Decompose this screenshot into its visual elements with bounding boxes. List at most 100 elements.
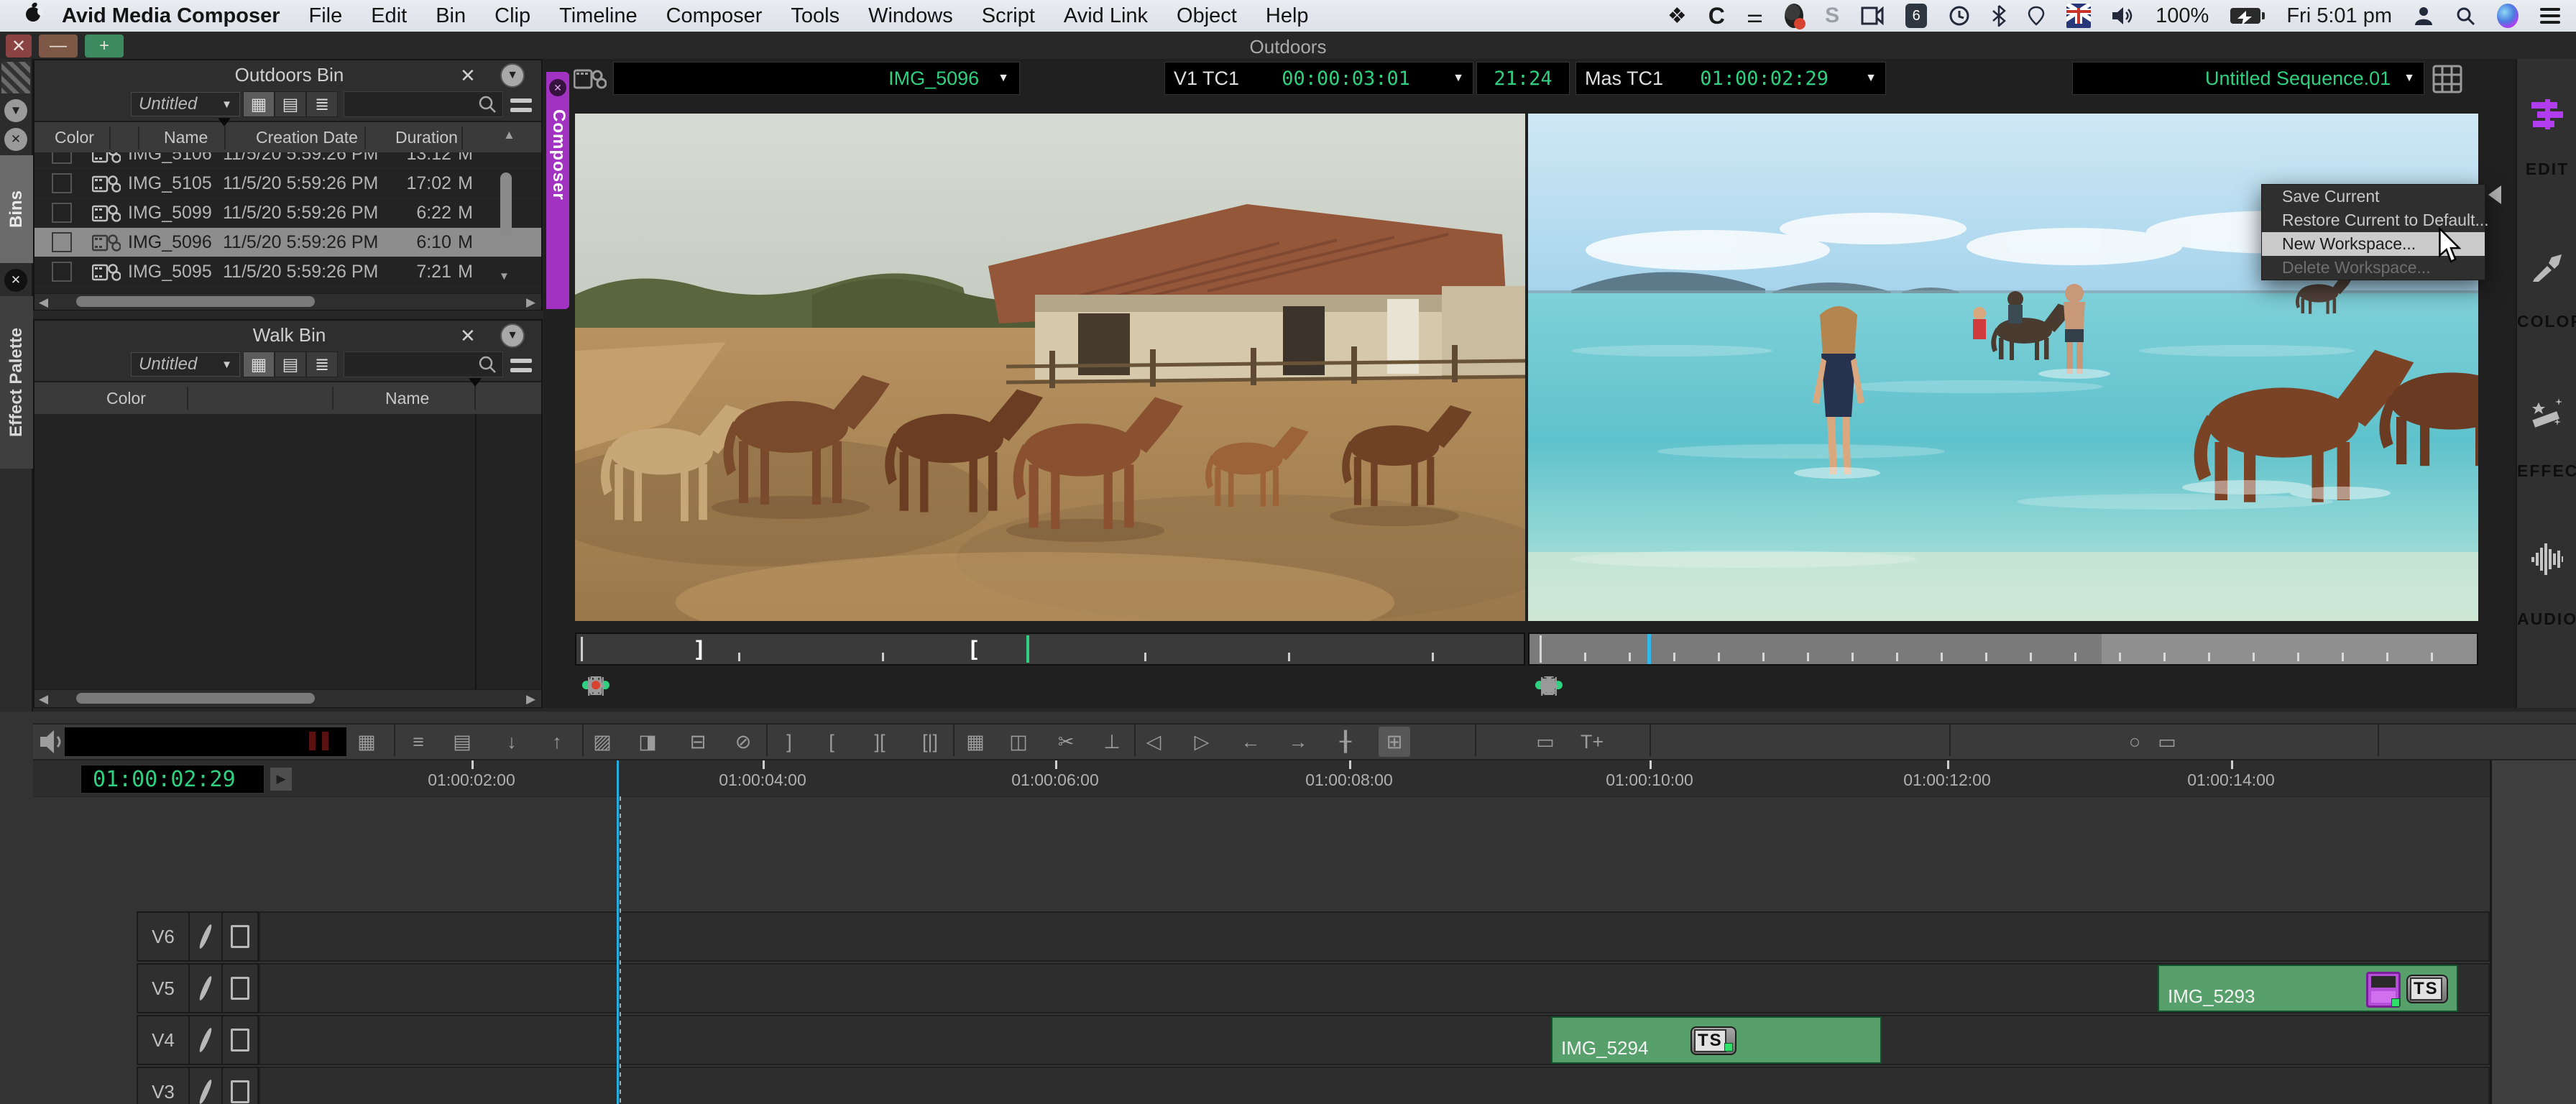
composer-dock-tab[interactable]: ✕ Composer [546, 72, 569, 309]
dock-drag-handle[interactable] [1, 62, 30, 93]
bin-close-icon[interactable]: ✕ [460, 65, 476, 87]
column-header-color[interactable]: Color [106, 389, 146, 408]
menu-bar-clock[interactable]: Fri 5:01 pm [2286, 4, 2392, 28]
record-position-indicator[interactable] [1647, 634, 1651, 664]
audio-monitor-icon[interactable] [40, 729, 65, 755]
column-header-name[interactable]: Name [385, 389, 429, 408]
siri-icon[interactable] [2497, 4, 2518, 28]
source-tracking-menu[interactable]: V1 TC1 00:00:03:01 ▼ [1164, 62, 1473, 95]
window-close-button[interactable]: ✕ [6, 34, 32, 58]
clip-color-checkbox[interactable] [52, 173, 72, 193]
timewarp-effect-icon[interactable]: TS [2406, 975, 2448, 1003]
script-view-button[interactable]: ≣ [306, 91, 338, 117]
scroll-left-icon[interactable]: ◀ [39, 692, 48, 707]
volume-icon[interactable] [2112, 4, 2134, 28]
source-monitor[interactable] [575, 114, 1525, 621]
motion-effect-button[interactable]: ▤ [446, 727, 478, 757]
effect-palette-close-button[interactable]: ✕ [4, 269, 27, 292]
sidebar-item-effects[interactable]: EFFECTS [2517, 461, 2576, 481]
menu-item[interactable]: Tools [791, 4, 840, 28]
time-machine-icon[interactable] [1949, 4, 1970, 28]
timeline-playhead[interactable] [617, 760, 619, 1104]
track-monitor-cell[interactable] [221, 911, 259, 962]
menu-item[interactable]: Help [1266, 4, 1309, 28]
remove-effect-button[interactable]: ⊘ [727, 727, 759, 757]
mark-out-button[interactable]: ] [773, 727, 805, 757]
IMG_5096[interactable]: IMG_5096 11/5/20 5:59:26 PM 6:10 M [34, 228, 541, 257]
track-record-cell[interactable] [188, 963, 223, 1013]
record-tracking-menu[interactable]: Mas TC1 01:00:02:29 ▼ [1576, 62, 1886, 95]
composer-close-icon[interactable]: ✕ [549, 79, 566, 96]
audio-settings-icon[interactable]: ⚌ [1747, 4, 1763, 28]
track-monitor-cell[interactable] [221, 1015, 259, 1065]
effect-mode-button[interactable]: ▨ [586, 727, 618, 757]
mark-clip-button[interactable]: ][ [864, 727, 896, 757]
app-menu-title[interactable]: Avid Media Composer [62, 4, 280, 28]
focus-button[interactable]: ○ [2119, 727, 2150, 757]
IMG_5095[interactable]: IMG_5095 11/5/20 5:59:26 PM 7:21 M [34, 257, 541, 287]
track-record-cell[interactable] [188, 911, 223, 962]
menu-item[interactable]: Script [982, 4, 1035, 28]
window-add-tab[interactable]: + [85, 34, 124, 58]
nudge-left-button[interactable]: ← [1235, 727, 1266, 757]
keyboard-palette-button[interactable]: ▭ [1530, 727, 1561, 757]
sidebar-item-color[interactable]: COLOR [2517, 312, 2576, 331]
timeline-view-icon[interactable] [2432, 65, 2462, 93]
menu-item[interactable]: Clip [494, 4, 530, 28]
c-app-icon[interactable]: C [1708, 4, 1725, 28]
scroll-left-icon[interactable]: ◀ [39, 295, 48, 310]
bin-preset-dropdown[interactable]: Untitled▼ [131, 352, 240, 377]
clip-color-checkbox[interactable] [52, 203, 72, 223]
track-select-button[interactable]: V3 [137, 1067, 190, 1104]
motion-preview-button[interactable]: ◨ [632, 727, 663, 757]
menu-item[interactable]: Object [1177, 4, 1237, 28]
track-record-cell[interactable] [188, 1067, 223, 1104]
menu-item[interactable]: Avid Link [1064, 4, 1148, 28]
magic-wand-icon[interactable] [2531, 397, 2563, 428]
record-position-bar[interactable] [1528, 632, 2478, 666]
battery-icon[interactable] [2230, 4, 2265, 28]
notification-center-icon[interactable] [2540, 4, 2560, 28]
track-select-button[interactable]: V6 [137, 911, 190, 962]
bin-vertical-scrollbar[interactable] [500, 172, 512, 237]
menu-item[interactable]: Windows [868, 4, 953, 28]
column-header-creation-date[interactable]: Creation Date [256, 128, 358, 147]
track-lane[interactable] [259, 1015, 2490, 1065]
sidebar-item-bins[interactable]: Bins [0, 155, 33, 263]
clip-color-checkbox[interactable] [52, 232, 72, 252]
window-minimize-tab[interactable]: — [39, 34, 78, 58]
track-lane[interactable] [259, 963, 2490, 1013]
eyedropper-icon[interactable] [2531, 250, 2563, 282]
text-tool-button[interactable]: T+ [1576, 727, 1608, 757]
bin-search-input[interactable] [344, 351, 503, 377]
scroll-right-icon[interactable]: ▶ [526, 295, 535, 310]
bin-clip-list-empty[interactable] [34, 414, 541, 689]
scroll-down-icon[interactable]: ▼ [499, 270, 510, 282]
clear-marks-button[interactable]: [|] [914, 727, 946, 757]
bin-hamburger-menu-button[interactable] [510, 355, 532, 375]
clip-color-checkbox[interactable] [52, 152, 72, 164]
grid-button[interactable]: ▦ [960, 727, 991, 757]
dropbox-icon[interactable]: ❖ [1668, 4, 1687, 28]
splice-in-button[interactable]: ↓ [496, 727, 528, 757]
text-view-button[interactable]: ▦ [243, 351, 275, 377]
frame-view-button[interactable]: ▤ [275, 351, 306, 377]
track-monitor-cell[interactable] [221, 1067, 259, 1104]
add-edit-button[interactable]: ✂ [1528, 668, 1568, 700]
user-account-icon[interactable] [2414, 4, 2434, 28]
trim-right-button[interactable]: ▷ [1186, 727, 1218, 757]
track-lane[interactable] [259, 911, 2490, 962]
source-position-indicator[interactable] [1026, 635, 1029, 663]
bins-close-button[interactable]: ✕ [4, 128, 27, 151]
record-indicator-button[interactable]: ● [575, 668, 615, 700]
timecode-play-button[interactable]: ▶ [270, 768, 292, 791]
timeline-clip[interactable]: IMG_5294 TS [1551, 1016, 1882, 1064]
menu-item[interactable]: Edit [371, 4, 407, 28]
recording-app-icon[interactable] [1785, 4, 1803, 28]
timeline-ruler[interactable]: 01:00:02:0001:00:04:0001:00:06:0001:00:0… [33, 760, 2576, 797]
bin-preset-dropdown[interactable]: Untitled▼ [131, 92, 240, 116]
IMG_5099[interactable]: IMG_5099 11/5/20 5:59:26 PM 6:22 M [34, 198, 541, 228]
track-record-cell[interactable] [188, 1015, 223, 1065]
menu-item[interactable]: Bin [436, 4, 466, 28]
track-lane[interactable] [259, 1067, 2490, 1104]
